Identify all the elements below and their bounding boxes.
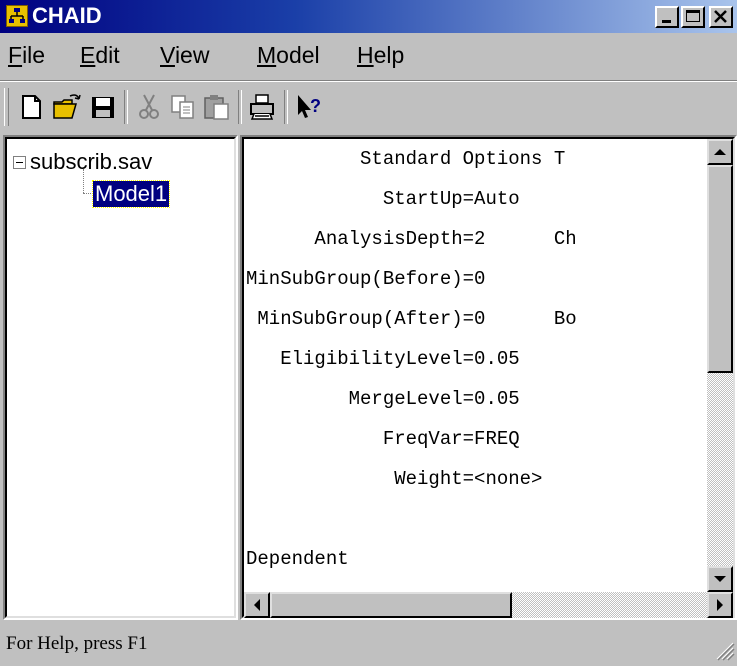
output-text: Standard Options T StartUp=Auto Analysis… [246, 147, 706, 585]
resize-grip-icon[interactable] [709, 635, 735, 661]
status-bar: For Help, press F1 [0, 624, 737, 663]
status-text: For Help, press F1 [6, 633, 148, 654]
menu-help[interactable]: Help [357, 40, 404, 70]
minimize-button[interactable] [655, 6, 679, 28]
maximize-icon [686, 10, 700, 22]
copy-button[interactable] [166, 90, 200, 124]
menu-model[interactable]: Model [257, 40, 320, 70]
scroll-down-button[interactable] [707, 566, 733, 592]
scroll-right-button[interactable] [707, 592, 733, 618]
tree-root-label: subscrib.sav [30, 149, 153, 174]
output-line: MinSubGroup(After)=0 Bo [246, 308, 577, 330]
output-line: StartUp=Auto [246, 188, 520, 210]
window-title: CHAID [32, 3, 102, 28]
output-view: Standard Options T StartUp=Auto Analysis… [242, 137, 735, 618]
new-file-icon [22, 95, 41, 119]
tree-connector [83, 193, 93, 194]
chaid-window: CHAID File Edit View Model Help ? subscr… [0, 0, 737, 663]
save-icon [92, 97, 114, 118]
tree-node-model1[interactable]: Model1 [91, 180, 171, 208]
save-button[interactable] [86, 90, 120, 124]
model-tree-pane[interactable]: subscrib.sav Model1 [3, 135, 238, 620]
arrow-right-icon [717, 599, 723, 611]
arrow-down-icon [714, 576, 726, 582]
scroll-left-button[interactable] [244, 592, 270, 618]
collapse-icon[interactable] [13, 156, 26, 169]
new-file-button[interactable] [14, 90, 48, 124]
paste-button[interactable] [200, 90, 234, 124]
minimize-icon [662, 20, 671, 23]
menu-bar: File Edit View Model Help [0, 36, 737, 72]
context-help-button[interactable]: ? [292, 90, 326, 124]
scroll-up-button[interactable] [707, 139, 733, 165]
menu-edit[interactable]: Edit [80, 40, 120, 70]
close-icon [714, 10, 727, 23]
horizontal-scrollbar[interactable] [244, 592, 707, 618]
output-line: Standard Options T [246, 148, 566, 170]
open-button[interactable] [50, 90, 84, 124]
svg-text:?: ? [310, 96, 321, 116]
copy-icon [171, 95, 194, 119]
toolbar: ? [0, 84, 737, 132]
output-line: MinSubGroup(Before)=0 [246, 268, 486, 290]
chaid-app-icon[interactable] [6, 5, 28, 27]
toolbar-separator [284, 90, 288, 124]
cut-icon [139, 94, 159, 119]
menu-view[interactable]: View [160, 40, 209, 70]
toolbar-grip [4, 88, 9, 126]
title-bar[interactable]: CHAID [0, 0, 737, 33]
open-folder-icon [53, 94, 81, 119]
tree-view: subscrib.sav Model1 [5, 137, 236, 618]
output-pane[interactable]: Standard Options T StartUp=Auto Analysis… [240, 135, 737, 620]
close-button[interactable] [709, 6, 733, 28]
output-line: MergeLevel=0.05 [246, 388, 520, 410]
output-line: Dependent [246, 548, 349, 570]
output-line: AnalysisDepth=2 Ch [246, 228, 577, 250]
horizontal-scroll-thumb[interactable] [270, 592, 512, 618]
print-icon [250, 94, 274, 120]
vertical-scroll-thumb[interactable] [707, 165, 733, 373]
maximize-button[interactable] [681, 6, 705, 28]
menu-file[interactable]: File [8, 40, 45, 70]
output-line: Weight=<none> [246, 468, 543, 490]
help-pointer-icon: ? [298, 95, 321, 118]
vertical-scrollbar[interactable] [707, 139, 733, 592]
tree-root-node[interactable]: subscrib.sav [13, 149, 152, 175]
paste-icon [204, 95, 229, 120]
arrow-left-icon [254, 599, 260, 611]
cut-button[interactable] [132, 90, 166, 124]
output-line: EligibilityLevel=0.05 [246, 348, 520, 370]
toolbar-separator [124, 90, 128, 124]
output-line: FreqVar=FREQ [246, 428, 520, 450]
toolbar-separator [238, 90, 242, 124]
arrow-up-icon [714, 149, 726, 155]
menu-divider [0, 80, 737, 82]
print-button[interactable] [246, 90, 280, 124]
